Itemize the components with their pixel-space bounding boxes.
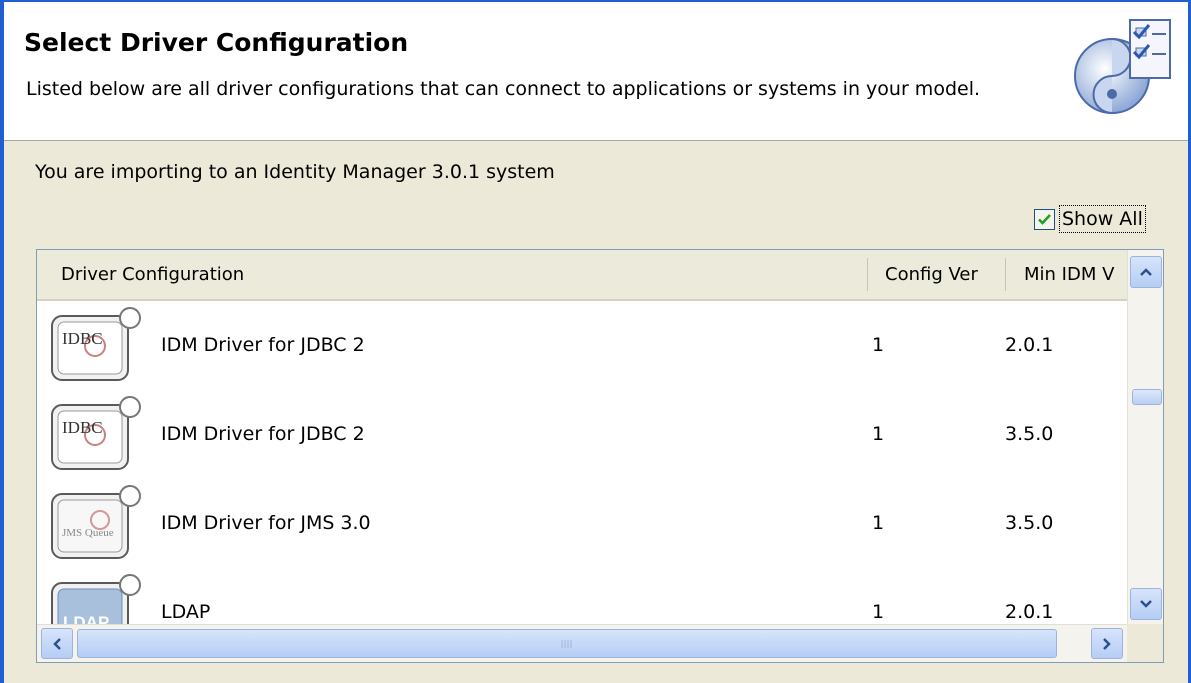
- scroll-right-button[interactable]: [1091, 628, 1123, 659]
- min-idm-version: 3.5.0: [1005, 423, 1054, 445]
- chevron-right-icon: [1103, 637, 1111, 650]
- scroll-left-button[interactable]: [41, 628, 73, 659]
- scroll-up-button[interactable]: [1130, 256, 1162, 288]
- chevron-left-icon: [53, 637, 61, 650]
- show-all-label[interactable]: Show All: [1059, 205, 1146, 233]
- config-ver: 1: [872, 512, 885, 534]
- header-banner: Select Driver Configuration Listed below…: [4, 2, 1188, 141]
- config-ver: 1: [872, 423, 885, 445]
- scrollbar-corner: [1127, 624, 1163, 662]
- driver-name: IDM Driver for JMS 3.0: [161, 512, 371, 534]
- show-all-checkbox[interactable]: Show All: [1034, 204, 1146, 234]
- svg-text:IDBC: IDBC: [62, 418, 103, 437]
- table-row[interactable]: IDBC IDM Driver for JDBC 2 1 3.5.0: [37, 390, 1127, 479]
- checkbox-box[interactable]: [1034, 208, 1055, 230]
- page-title: Select Driver Configuration: [24, 28, 409, 57]
- column-header-min-idm[interactable]: Min IDM V: [1024, 250, 1124, 299]
- config-ver: 1: [872, 334, 885, 356]
- jdbc-driver-icon: IDBC: [51, 396, 141, 470]
- scroll-down-button[interactable]: [1130, 588, 1162, 620]
- table-header: Driver Configuration Config Ver Min IDM …: [37, 250, 1127, 301]
- grip-icon: [561, 639, 572, 648]
- horizontal-scrollbar[interactable]: [37, 624, 1163, 662]
- column-divider[interactable]: [867, 258, 868, 291]
- chevron-up-icon: [1140, 268, 1152, 276]
- min-idm-version: 3.5.0: [1005, 512, 1054, 534]
- min-idm-version: 2.0.1: [1005, 334, 1054, 356]
- vertical-scrollbar[interactable]: [1127, 250, 1163, 624]
- column-header-driver[interactable]: Driver Configuration: [61, 250, 861, 299]
- svg-text:JMS Queue: JMS Queue: [62, 527, 114, 539]
- wizard-checklist-icon: [1074, 19, 1171, 114]
- table-row[interactable]: IDBC IDM Driver for JDBC 2 1 2.0.1: [37, 301, 1127, 390]
- chevron-down-icon: [1140, 600, 1152, 608]
- svg-text:IDBC: IDBC: [62, 329, 103, 348]
- driver-name: IDM Driver for JDBC 2: [161, 423, 365, 445]
- system-message: You are importing to an Identity Manager…: [35, 161, 555, 183]
- column-header-config-ver[interactable]: Config Ver: [885, 250, 995, 299]
- checkmark-icon: [1038, 213, 1051, 225]
- table-row[interactable]: JMS Queue IDM Driver for JMS 3.0 1 3.5.0: [37, 479, 1127, 568]
- horizontal-scroll-thumb[interactable]: [77, 629, 1057, 658]
- column-divider[interactable]: [1005, 258, 1006, 291]
- driver-name: IDM Driver for JDBC 2: [161, 334, 365, 356]
- page-description: Listed below are all driver configuratio…: [26, 78, 981, 100]
- vertical-scroll-thumb[interactable]: [1132, 389, 1162, 405]
- jms-driver-icon: JMS Queue: [51, 485, 141, 559]
- jdbc-driver-icon: IDBC: [51, 307, 141, 381]
- driver-configuration-table[interactable]: Driver Configuration Config Ver Min IDM …: [36, 249, 1164, 663]
